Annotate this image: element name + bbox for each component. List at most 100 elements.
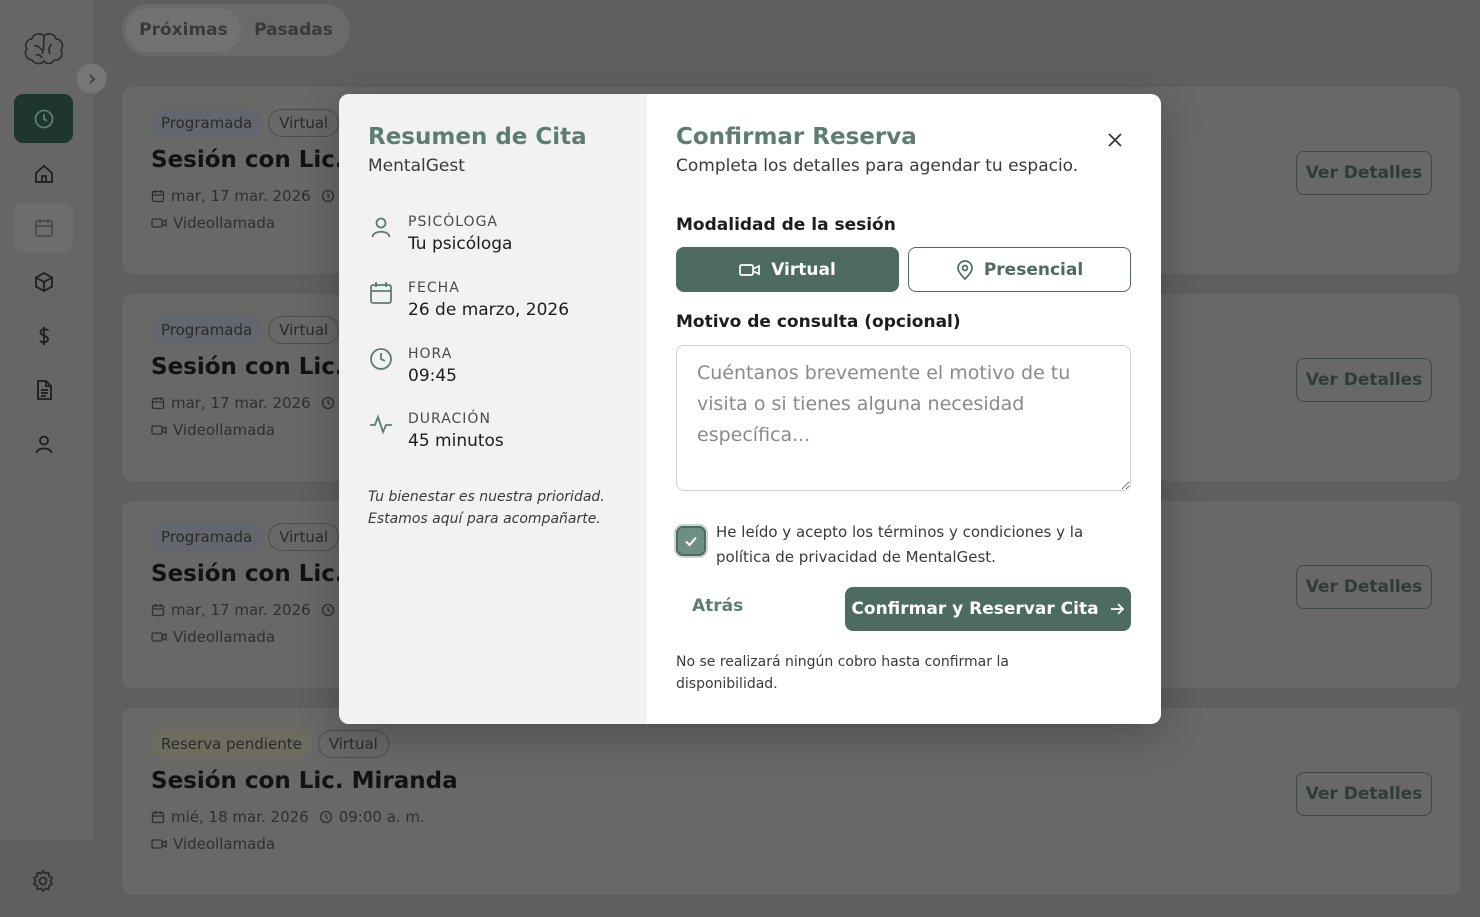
form-title: Confirmar Reserva <box>676 124 917 150</box>
modality-virtual-button[interactable]: Virtual <box>676 247 899 292</box>
nav-calendar[interactable] <box>14 203 73 252</box>
video-icon <box>739 263 761 276</box>
appointment-channel: Videollamada <box>173 421 276 439</box>
check-icon <box>685 536 697 547</box>
gear-icon[interactable] <box>30 868 56 894</box>
tab-past[interactable]: Pasadas <box>241 8 346 52</box>
form-subtitle: Completa los detalles para agendar tu es… <box>676 156 1079 176</box>
view-details-button[interactable]: Ver Detalles <box>1296 358 1432 402</box>
booking-form-panel: Confirmar Reserva Completa los detalles … <box>647 94 1161 724</box>
appointment-card: Reserva pendiente Virtual Sesión con Lic… <box>122 708 1460 895</box>
duration-value: 45 minutos <box>408 431 504 451</box>
date-label: FECHA <box>408 280 460 296</box>
appointment-channel: Videollamada <box>173 628 276 646</box>
video-icon <box>151 425 167 435</box>
nav-home[interactable] <box>14 149 73 198</box>
map-pin-icon <box>956 259 973 280</box>
modality-in-person-label: Presencial <box>983 259 1084 280</box>
document-icon <box>36 379 52 400</box>
clock-icon <box>321 603 334 617</box>
calendar-icon <box>151 190 165 203</box>
consent-row: He leído y acepto los términos y condici… <box>676 520 1136 570</box>
summary-psychologist: PSICÓLOGA Tu psicóloga <box>368 214 512 254</box>
clock-icon <box>321 396 334 410</box>
confirm-booking-label: Confirmar y Reservar Cita <box>851 599 1099 619</box>
payment-note: No se realizará ningún cobro hasta confi… <box>676 654 1009 692</box>
arrow-right-icon <box>1110 603 1124 615</box>
duration-label: DURACIÓN <box>408 411 491 427</box>
view-details-button[interactable]: Ver Detalles <box>1296 772 1432 816</box>
calendar-icon <box>151 397 165 410</box>
appointment-title: Sesión con Lic. Miranda <box>151 768 458 794</box>
video-icon <box>151 839 167 849</box>
nav-documents[interactable] <box>14 365 73 414</box>
sidebar <box>0 0 107 917</box>
date-value: 26 de marzo, 2026 <box>408 300 570 320</box>
psychologist-value: Tu psicóloga <box>408 234 513 254</box>
wellbeing-quote: Tu bienestar es nuestra prioridad. Estam… <box>368 486 638 530</box>
appointment-time: 09:00 a. m. <box>338 808 425 826</box>
user-icon <box>35 435 52 453</box>
modality-virtual-label: Virtual <box>771 259 836 280</box>
psychologist-label: PSICÓLOGA <box>408 214 498 230</box>
consent-checkbox[interactable] <box>676 526 706 556</box>
time-label: HORA <box>408 346 453 362</box>
back-button[interactable]: Atrás <box>692 596 743 616</box>
appointment-date: mar, 17 mar. 2026 <box>171 601 311 619</box>
mode-badge: Virtual <box>268 523 340 551</box>
summary-title: Resumen de Cita <box>368 124 587 150</box>
dollar-icon <box>38 326 49 345</box>
mode-badge: Virtual <box>268 316 340 344</box>
reason-textarea[interactable] <box>676 345 1131 491</box>
clock-icon <box>319 810 332 824</box>
calendar-icon <box>370 282 392 304</box>
status-badge: Programada <box>151 109 263 137</box>
quote-line-2: Estamos aquí para acompañarte. <box>368 511 601 527</box>
clock-icon <box>321 189 334 203</box>
appointment-date: mar, 17 mar. 2026 <box>171 187 311 205</box>
user-icon <box>371 217 391 238</box>
clock-icon <box>34 109 53 128</box>
appointment-date: mié, 18 mar. 2026 <box>171 808 309 826</box>
clock-icon <box>370 348 392 370</box>
nav-packages[interactable] <box>14 257 73 306</box>
activity-icon <box>370 414 392 435</box>
quote-line-1: Tu bienestar es nuestra prioridad. <box>368 489 605 505</box>
chevron-right-icon <box>88 73 95 84</box>
video-icon <box>151 218 167 228</box>
status-badge: Programada <box>151 523 263 551</box>
video-icon <box>151 632 167 642</box>
calendar-icon <box>151 811 165 824</box>
appointment-channel: Videollamada <box>173 835 276 853</box>
box-icon <box>34 271 53 292</box>
time-value: 09:45 <box>408 366 457 386</box>
nav-history[interactable] <box>14 94 73 143</box>
status-badge: Reserva pendiente <box>151 730 312 758</box>
appointment-channel: Videollamada <box>173 214 276 232</box>
appointments-tabs: Próximas Pasadas <box>122 4 350 56</box>
appointment-summary-panel: Resumen de Cita MentalGest PSICÓLOGA Tu … <box>339 94 647 724</box>
summary-brand: MentalGest <box>368 156 465 176</box>
summary-date: FECHA 26 de marzo, 2026 <box>368 280 569 320</box>
mode-badge: Virtual <box>317 730 389 758</box>
reason-label: Motivo de consulta (opcional) <box>676 312 961 332</box>
summary-time: HORA 09:45 <box>368 346 457 386</box>
view-details-button[interactable]: Ver Detalles <box>1296 151 1432 195</box>
modality-in-person-button[interactable]: Presencial <box>908 247 1131 292</box>
consent-text: He leído y acepto los términos y condici… <box>716 523 1084 566</box>
sidebar-collapse-button[interactable] <box>76 63 107 94</box>
summary-duration: DURACIÓN 45 minutos <box>368 411 504 451</box>
view-details-button[interactable]: Ver Detalles <box>1296 565 1432 609</box>
home-icon <box>34 164 53 183</box>
confirm-booking-button[interactable]: Confirmar y Reservar Cita <box>845 587 1131 631</box>
status-badge: Programada <box>151 316 263 344</box>
nav-profile[interactable] <box>14 419 73 468</box>
booking-modal: Resumen de Cita MentalGest PSICÓLOGA Tu … <box>339 94 1161 724</box>
tab-upcoming[interactable]: Próximas <box>126 8 241 52</box>
calendar-icon <box>34 218 53 237</box>
modality-label: Modalidad de la sesión <box>676 215 896 235</box>
mode-badge: Virtual <box>268 109 340 137</box>
close-icon[interactable] <box>1105 130 1125 150</box>
calendar-icon <box>151 604 165 617</box>
nav-payments[interactable] <box>14 311 73 360</box>
